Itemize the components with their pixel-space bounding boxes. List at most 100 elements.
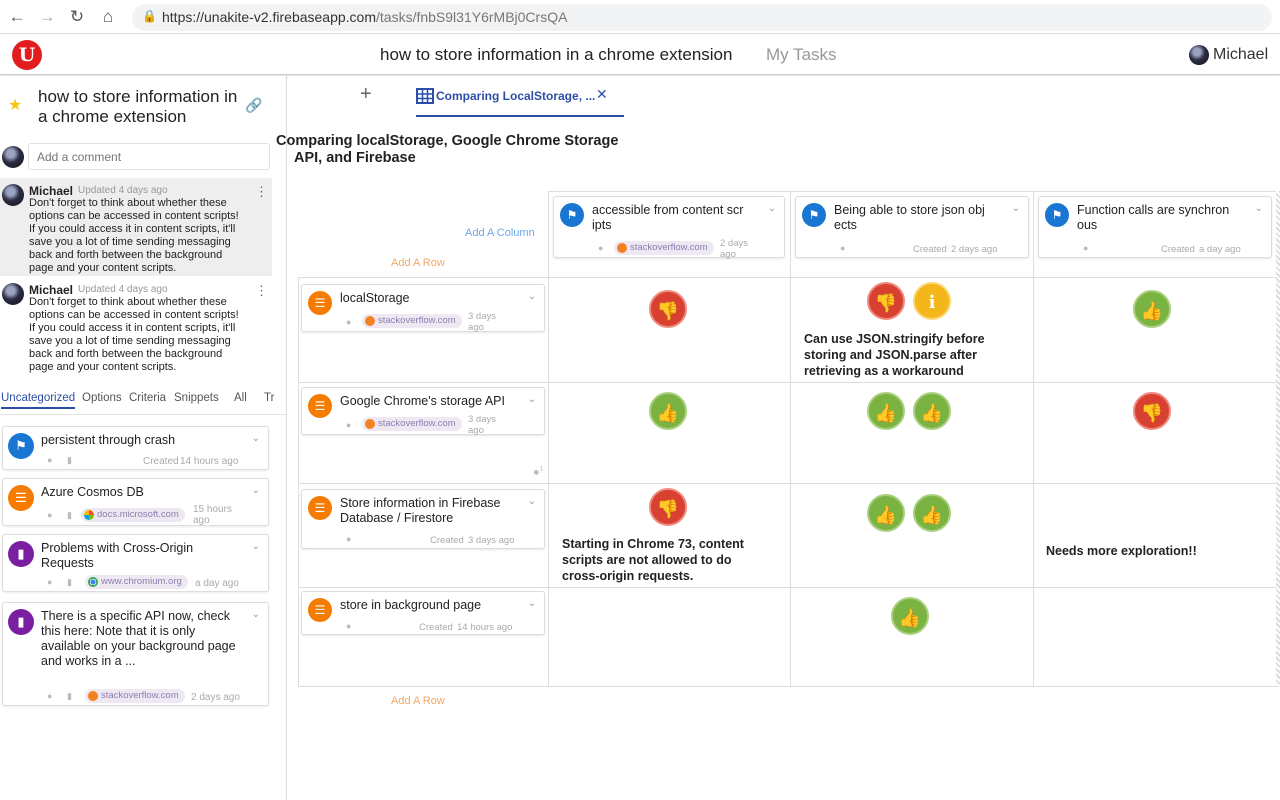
comment-icon[interactable]: ● bbox=[47, 577, 52, 587]
snippet-text: Azure Cosmos DB bbox=[41, 485, 144, 499]
trash-icon[interactable]: ▮ bbox=[67, 510, 72, 521]
snippet-card[interactable]: ▮ Problems with Cross-Origin Requests ⌄ … bbox=[2, 534, 269, 592]
criterion-card[interactable]: ⚑ Function calls are synchron ous ⌄ ● Cr… bbox=[1038, 196, 1272, 258]
comment-icon[interactable]: ● bbox=[346, 534, 351, 544]
user-avatar[interactable] bbox=[1189, 45, 1209, 65]
unakite-logo[interactable]: U bbox=[12, 40, 42, 70]
comment-icon[interactable]: ● bbox=[346, 317, 351, 327]
criterion-card[interactable]: ⚑ accessible from content scr ipts ⌄ ● s… bbox=[553, 196, 785, 260]
avatar bbox=[2, 146, 24, 168]
comment-icon[interactable]: ● bbox=[346, 621, 351, 631]
tab-all[interactable]: All bbox=[234, 392, 247, 404]
address-bar[interactable]: 🔒 https://unakite-v2.firebaseapp.com/tas… bbox=[132, 4, 1272, 31]
snippet-card[interactable]: ☰ Azure Cosmos DB ⌄ ● ▮ docs.microsoft.c… bbox=[2, 478, 269, 526]
option-text: Google Chrome's storage API bbox=[340, 394, 505, 408]
option-meta: Created bbox=[430, 535, 464, 546]
add-row-button-top[interactable]: Add A Row bbox=[391, 257, 445, 269]
chevron-down-icon[interactable]: ⌄ bbox=[768, 203, 776, 214]
thumbs-up-icon[interactable]: 👍 bbox=[867, 494, 905, 532]
more-icon[interactable]: ⋮ bbox=[255, 283, 268, 299]
list-icon: ☰ bbox=[308, 496, 332, 520]
source-chip[interactable]: stackoverflow.com bbox=[362, 314, 462, 328]
criterion-time: 2 days ago bbox=[951, 244, 998, 255]
chevron-down-icon[interactable]: ⌄ bbox=[252, 609, 260, 620]
tab-options[interactable]: Options bbox=[82, 392, 122, 404]
trash-icon[interactable]: ▮ bbox=[67, 455, 72, 466]
comment-icon[interactable]: ● bbox=[47, 691, 52, 701]
source-chip[interactable]: stackoverflow.com bbox=[362, 417, 462, 431]
option-meta: Created bbox=[419, 622, 453, 633]
comment-icon[interactable]: ● bbox=[47, 510, 52, 520]
chevron-down-icon[interactable]: ⌄ bbox=[528, 496, 536, 507]
avatar bbox=[2, 184, 24, 206]
divider bbox=[0, 414, 287, 415]
thumbs-down-icon[interactable]: 👎 bbox=[867, 282, 905, 320]
criterion-card[interactable]: ⚑ Being able to store json obj ects ⌄ ● … bbox=[795, 196, 1029, 258]
add-column-button[interactable]: Add A Column bbox=[465, 227, 535, 239]
grid-line bbox=[298, 686, 1280, 687]
criterion-text: Being able to store json obj ects bbox=[834, 203, 985, 232]
source-chip[interactable]: docs.microsoft.com bbox=[81, 508, 185, 522]
back-icon[interactable]: ← bbox=[6, 6, 28, 28]
user-name[interactable]: Michael bbox=[1213, 46, 1268, 64]
tab-uncategorized[interactable]: Uncategorized bbox=[1, 392, 76, 409]
option-time: 3 days ago bbox=[468, 311, 496, 333]
comment-icon[interactable]: ● bbox=[840, 243, 845, 253]
link-icon[interactable]: 🔗 bbox=[245, 97, 262, 114]
more-icon[interactable]: ⋮ bbox=[255, 184, 268, 200]
lock-icon: 🔒 bbox=[142, 9, 157, 23]
thumbs-up-icon[interactable]: 👍 bbox=[867, 392, 905, 430]
thumbs-down-icon[interactable]: 👎 bbox=[649, 290, 687, 328]
chevron-down-icon[interactable]: ⌄ bbox=[1255, 203, 1263, 214]
flag-icon: ⚑ bbox=[8, 433, 34, 459]
chevron-down-icon[interactable]: ⌄ bbox=[528, 291, 536, 302]
tab-criteria[interactable]: Criteria bbox=[129, 392, 166, 404]
tab-trash[interactable]: Tr bbox=[264, 392, 274, 404]
trash-icon[interactable]: ▮ bbox=[67, 691, 72, 702]
forward-icon[interactable]: → bbox=[36, 6, 58, 28]
chevron-down-icon[interactable]: ⌄ bbox=[528, 598, 536, 609]
star-icon[interactable]: ★ bbox=[8, 95, 22, 115]
reload-icon[interactable]: ↻ bbox=[66, 6, 88, 28]
option-card[interactable]: ☰ Store information in Firebase Database… bbox=[301, 489, 545, 549]
source-chip[interactable]: stackoverflow.com bbox=[614, 241, 714, 255]
thumbs-up-icon[interactable]: 👍 bbox=[1133, 290, 1171, 328]
comment-icon[interactable]: ● bbox=[598, 243, 603, 253]
chevron-down-icon[interactable]: ⌄ bbox=[1012, 203, 1020, 214]
chevron-down-icon[interactable]: ⌄ bbox=[252, 433, 260, 444]
tab-comparison-table[interactable]: Comparing LocalStorage, ... ✕ bbox=[416, 82, 624, 117]
source-chip[interactable]: www.chromium.org bbox=[85, 575, 188, 589]
thumbs-up-icon[interactable]: 👍 bbox=[891, 597, 929, 635]
info-icon[interactable]: i bbox=[913, 282, 951, 320]
thumbs-up-icon[interactable]: 👍 bbox=[913, 494, 951, 532]
chevron-down-icon[interactable]: ⌄ bbox=[252, 541, 260, 552]
option-card[interactable]: ☰ Google Chrome's storage API ⌄ ● stacko… bbox=[301, 387, 545, 436]
trash-icon[interactable]: ▮ bbox=[67, 577, 72, 588]
thumbs-up-icon[interactable]: 👍 bbox=[913, 392, 951, 430]
snippet-card[interactable]: ⚑ persistent through crash ⌄ ● ▮ Created… bbox=[2, 426, 269, 470]
comment-count-icon[interactable]: ●1 bbox=[533, 466, 544, 479]
my-tasks-link[interactable]: My Tasks bbox=[766, 45, 837, 65]
chevron-down-icon[interactable]: ⌄ bbox=[528, 394, 536, 405]
chevron-down-icon[interactable]: ⌄ bbox=[252, 485, 260, 496]
list-icon: ☰ bbox=[308, 291, 332, 315]
snippet-text: persistent through crash bbox=[41, 433, 176, 447]
snippet-card[interactable]: ▮ There is a specific API now, check thi… bbox=[2, 602, 269, 706]
thumbs-down-icon[interactable]: 👎 bbox=[649, 488, 687, 526]
comment-icon[interactable]: ● bbox=[47, 455, 52, 465]
tab-snippets[interactable]: Snippets bbox=[174, 392, 219, 404]
thumbs-down-icon[interactable]: 👎 bbox=[1133, 392, 1171, 430]
add-row-button-bottom[interactable]: Add A Row bbox=[391, 695, 445, 707]
grid-line bbox=[298, 277, 1280, 278]
comment-icon[interactable]: ● bbox=[1083, 243, 1088, 253]
home-icon[interactable]: ⌂ bbox=[97, 6, 119, 28]
option-card[interactable]: ☰ localStorage ⌄ ● stackoverflow.com 3 d… bbox=[301, 284, 545, 333]
thumbs-up-icon[interactable]: 👍 bbox=[649, 392, 687, 430]
option-card[interactable]: ☰ store in background page ⌄ ● Created 1… bbox=[301, 591, 545, 635]
comment-icon[interactable]: ● bbox=[346, 420, 351, 430]
grid-line bbox=[298, 587, 1280, 588]
close-icon[interactable]: ✕ bbox=[596, 86, 608, 103]
comment-input[interactable] bbox=[28, 143, 270, 170]
add-tab-icon[interactable]: + bbox=[360, 83, 372, 106]
source-chip[interactable]: stackoverflow.com bbox=[85, 689, 185, 703]
